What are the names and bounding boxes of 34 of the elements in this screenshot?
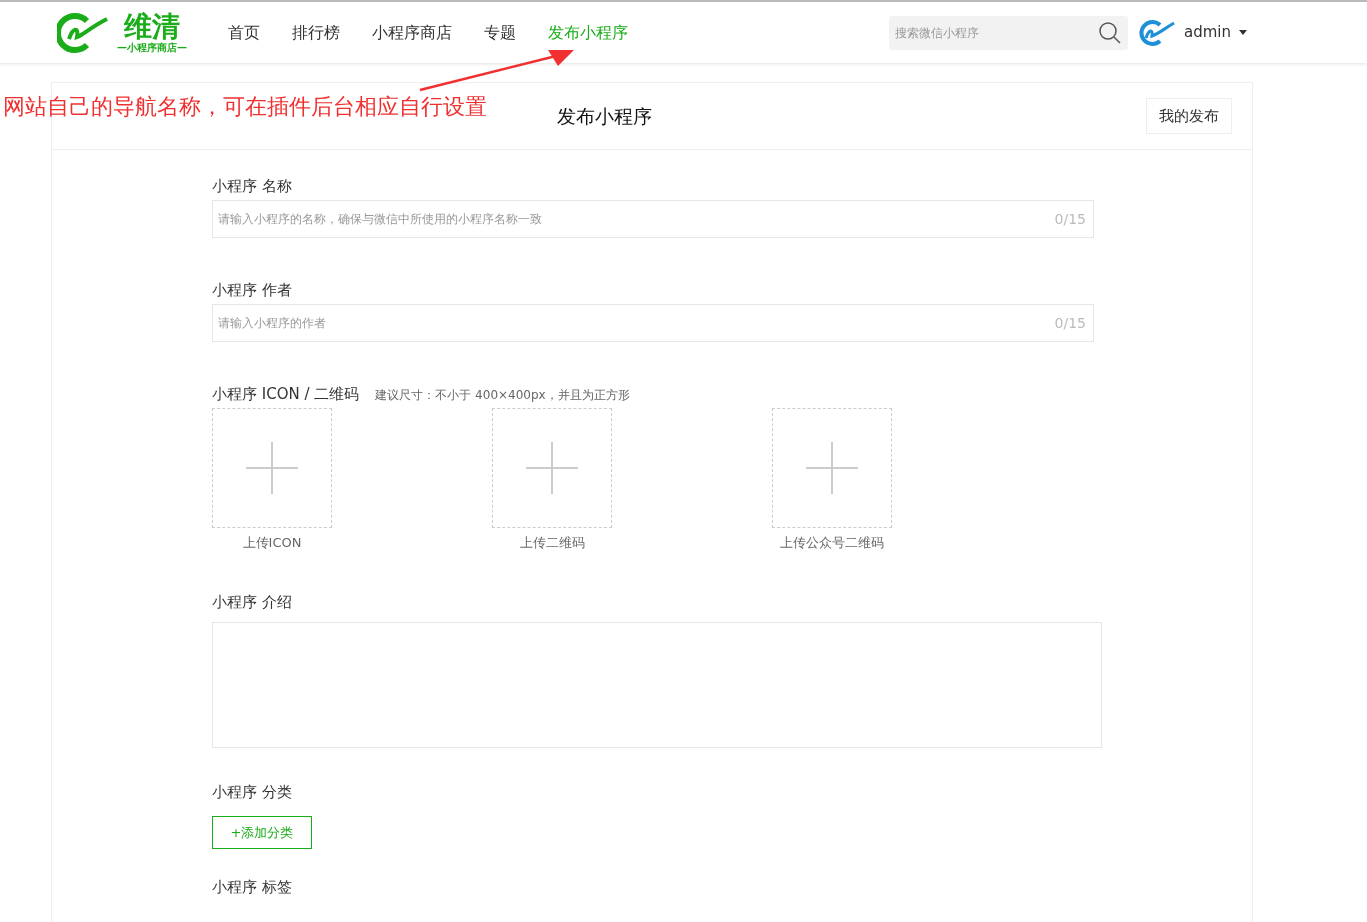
plus-icon [806,442,858,494]
nav-link[interactable]: 排行榜 [292,20,340,45]
search-input[interactable]: 搜索微信小程序 [895,23,1098,42]
caret-icon [1239,30,1247,35]
page-title: 发布小程序 [557,103,653,129]
field-label: 小程序 分类 [212,782,293,802]
nav-link[interactable]: 小程序商店 [372,20,452,45]
field-label: 小程序 ICON / 二维码 [212,384,360,404]
character-counter: 0/15 [1054,210,1086,229]
field-label: 小程序 名称 [212,176,293,196]
upload-label: 上传公众号二维码 [780,534,884,552]
user-avatar-icon [1138,18,1176,47]
plus-icon [246,442,298,494]
field-label: 小程序 介绍 [212,592,293,612]
plus-icon [526,442,578,494]
my-publications-button[interactable]: 我的发布 [1146,98,1232,134]
upload-box[interactable] [492,408,612,528]
character-counter: 0/15 [1054,314,1086,333]
field-label: 小程序 标签 [212,877,293,897]
upload-label: 上传二维码 [519,534,585,552]
size-hint: 建议尺寸：不小于 400×400px，并且为正方形 [375,387,630,404]
user-menu[interactable]: admin [1184,21,1247,44]
logo-title: 维清 [124,11,180,42]
search-icon[interactable] [1098,20,1122,45]
upload-box[interactable] [212,408,332,528]
search-bar[interactable]: 搜索微信小程序 [889,15,1128,50]
annotation-text: 网站自己的导航名称，可在插件后台相应自行设置 [3,93,487,121]
upload-label: 上传ICON [242,534,302,552]
description-textarea[interactable] [212,622,1102,748]
upload-box[interactable] [772,408,892,528]
logo-tagline: —小程序商店— [117,41,187,54]
field-label: 小程序 作者 [212,280,293,300]
nav-link[interactable]: 专题 [484,20,516,45]
nav-link[interactable]: 首页 [228,20,260,45]
